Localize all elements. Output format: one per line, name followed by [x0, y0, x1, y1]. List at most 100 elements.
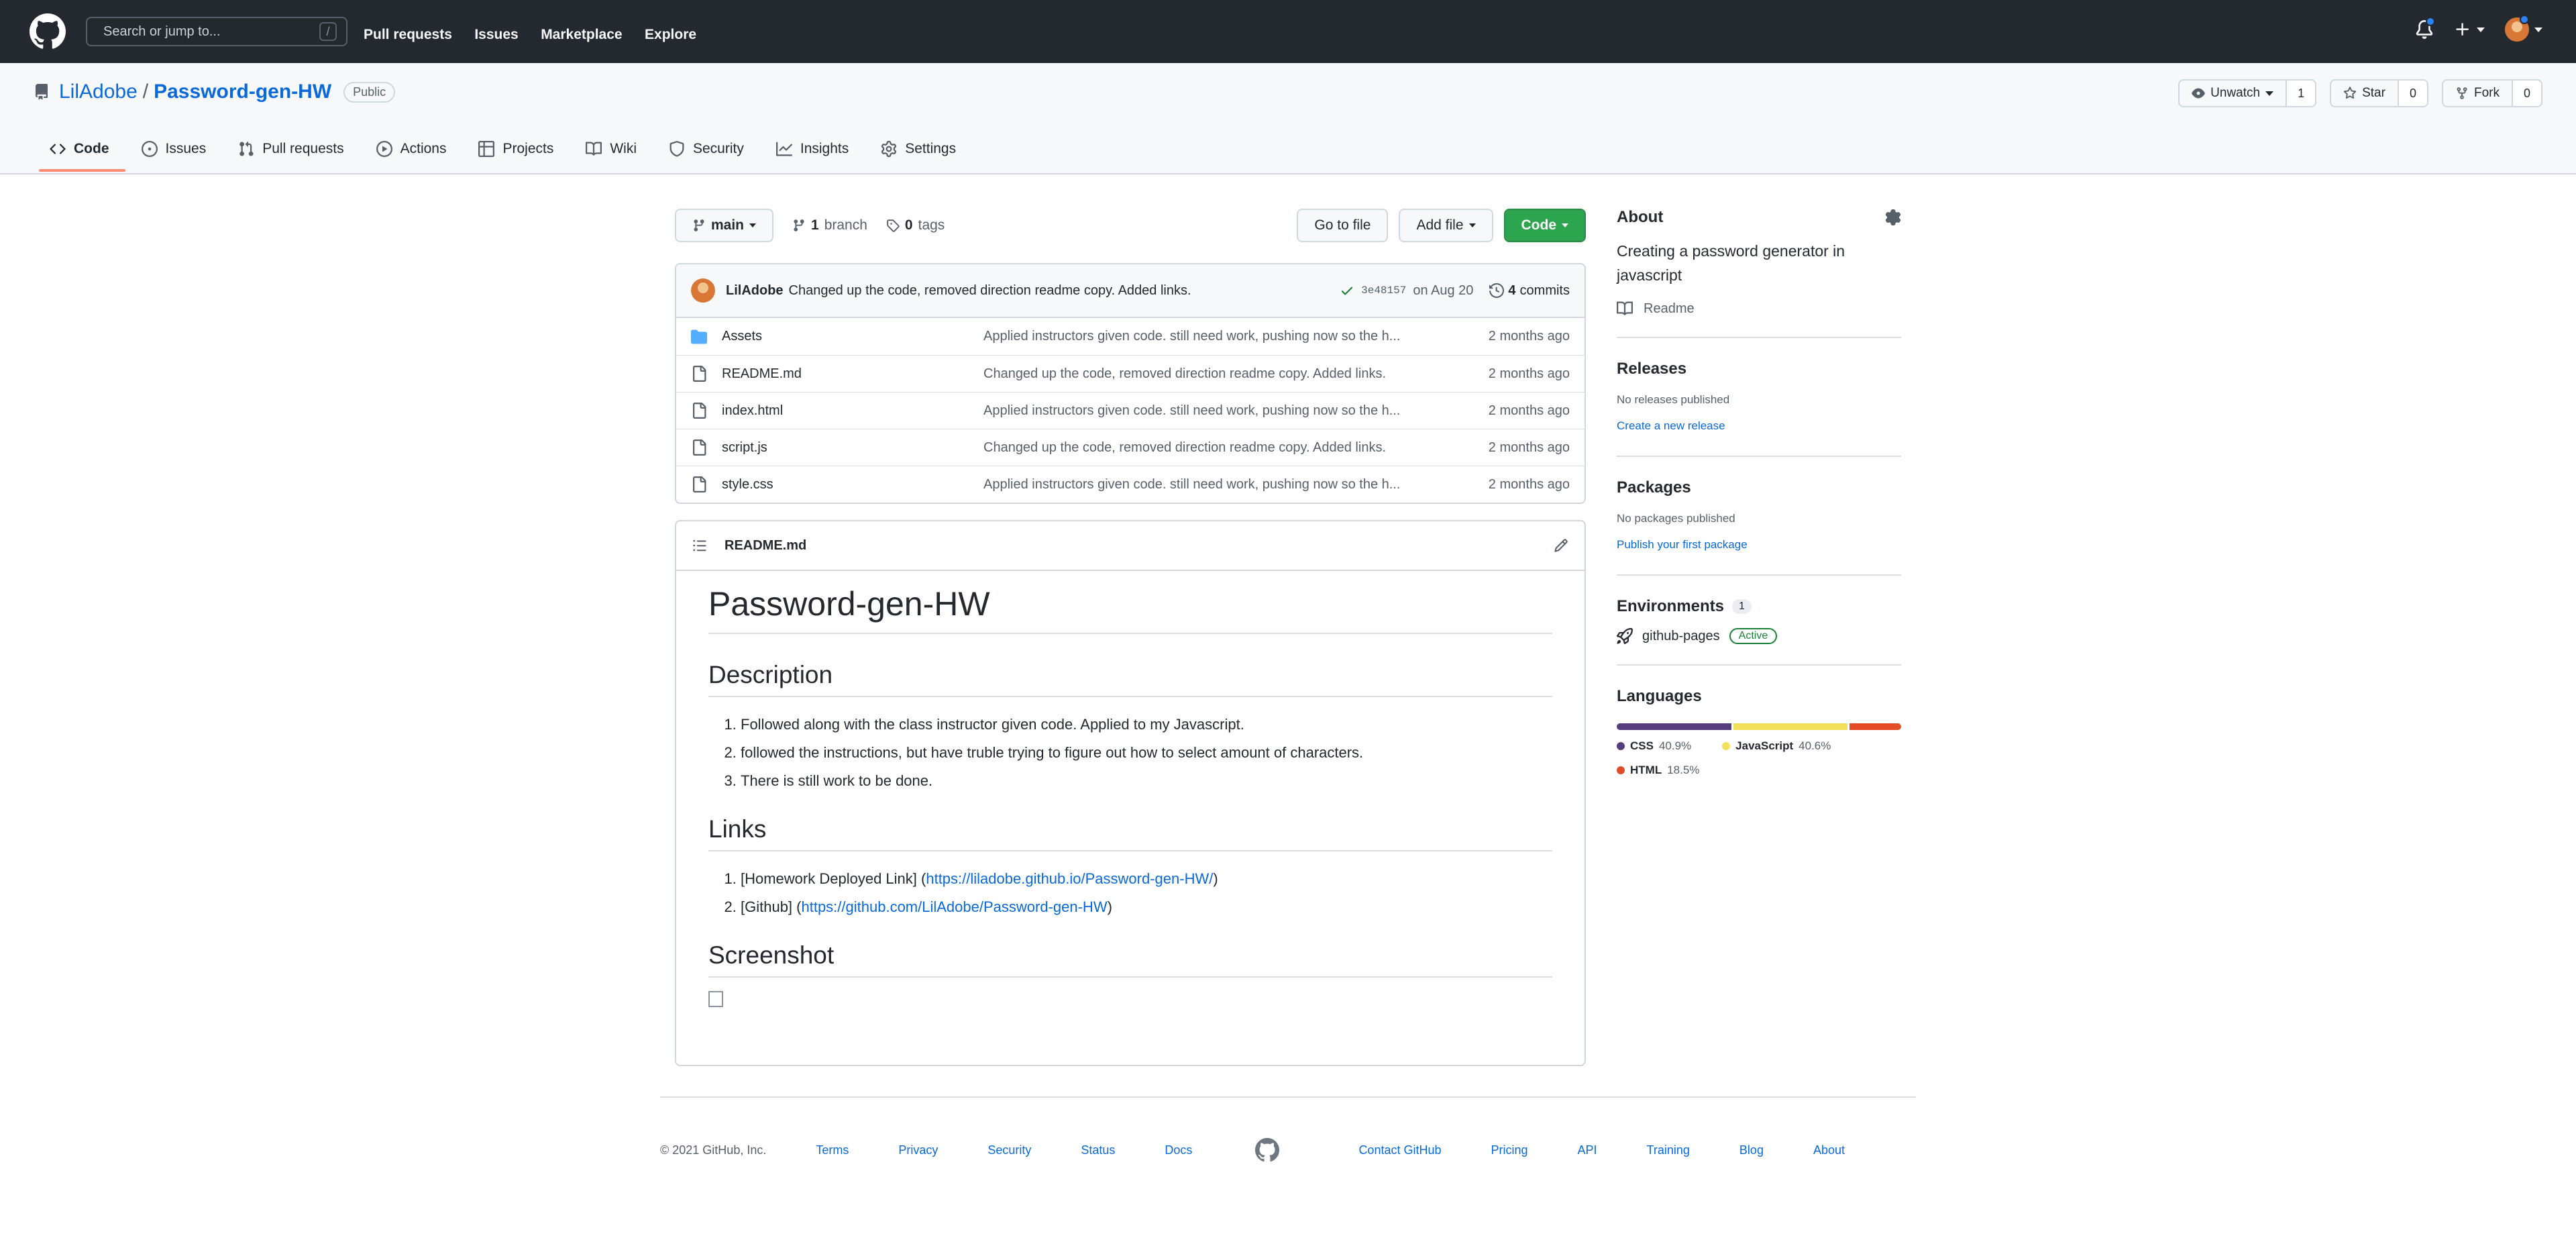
file-commit-message[interactable]: Applied instructors given code. still ne… [983, 403, 1442, 419]
language-color-dot [1617, 742, 1625, 750]
footer-link-blog[interactable]: Blog [1739, 1143, 1764, 1157]
add-file-button[interactable]: Add file [1399, 209, 1493, 242]
footer-link-about[interactable]: About [1813, 1143, 1845, 1157]
file-name[interactable]: style.css [722, 477, 983, 492]
create-release-link[interactable]: Create a new release [1617, 419, 1725, 432]
commit-sha[interactable]: 3e48157 [1361, 284, 1406, 297]
unwatch-button[interactable]: Unwatch [2180, 81, 2288, 106]
file-commit-message[interactable]: Applied instructors given code. still ne… [983, 477, 1442, 492]
tab-wiki[interactable]: Wiki [570, 133, 653, 172]
readme-link[interactable]: Readme [1617, 301, 1901, 317]
commit-message[interactable]: Changed up the code, removed direction r… [789, 283, 1340, 299]
footer-link-status[interactable]: Status [1081, 1143, 1115, 1157]
packages-heading[interactable]: Packages [1617, 478, 1901, 497]
file-name[interactable]: script.js [722, 440, 983, 456]
file-row[interactable]: Assets Applied instructors given code. s… [676, 318, 1585, 355]
notifications-button[interactable] [2415, 17, 2435, 40]
nav-explore[interactable]: Explore [645, 27, 696, 42]
environment-item[interactable]: github-pages Active [1617, 628, 1901, 644]
chevron-down-icon [1468, 223, 1476, 227]
tab-security[interactable]: Security [653, 133, 760, 172]
tab-pull-requests[interactable]: Pull requests [222, 133, 360, 172]
nav-pull-requests[interactable]: Pull requests [364, 27, 452, 42]
releases-heading[interactable]: Releases [1617, 360, 1901, 378]
file-row[interactable]: index.html Applied instructors given cod… [676, 392, 1585, 429]
github-mark-icon[interactable] [1255, 1138, 1280, 1162]
create-new-button[interactable] [2454, 21, 2485, 38]
language-percent: 40.9% [1658, 739, 1692, 752]
star-icon [2343, 87, 2357, 99]
gear-icon[interactable] [1885, 209, 1901, 225]
fork-count[interactable]: 0 [2512, 81, 2541, 106]
github-link[interactable]: https://github.com/LilAdobe/Password-gen… [801, 898, 1107, 915]
nav-marketplace[interactable]: Marketplace [541, 27, 622, 42]
tab-projects[interactable]: Projects [462, 133, 570, 172]
watch-count[interactable]: 1 [2287, 81, 2316, 106]
pencil-icon[interactable] [1554, 538, 1568, 553]
nav-issues[interactable]: Issues [474, 27, 518, 42]
file-row[interactable]: script.js Changed up the code, removed d… [676, 429, 1585, 466]
list-icon[interactable] [692, 538, 707, 553]
commit-author[interactable]: LilAdobe [726, 283, 784, 299]
broken-image-icon[interactable] [708, 991, 723, 1007]
readme-heading-screenshot: Screenshot [708, 941, 1552, 978]
file-row[interactable]: README.md Changed up the code, removed d… [676, 355, 1585, 392]
file-name[interactable]: Assets [722, 329, 983, 344]
commits-link[interactable]: 4 commits [1489, 283, 1570, 299]
star-count[interactable]: 0 [2398, 81, 2427, 106]
star-button[interactable]: Star [2331, 81, 2399, 106]
unwatch-label: Unwatch [2210, 86, 2261, 100]
go-to-file-button[interactable]: Go to file [1297, 209, 1389, 242]
avatar[interactable] [691, 278, 715, 303]
language-bar [1617, 723, 1901, 730]
file-row[interactable]: style.css Applied instructors given code… [676, 466, 1585, 503]
language-bar-segment [1733, 723, 1847, 730]
footer-link-api[interactable]: API [1578, 1143, 1597, 1157]
footer-link-training[interactable]: Training [1647, 1143, 1690, 1157]
fork-button[interactable]: Fork [2443, 81, 2513, 106]
footer-link-security[interactable]: Security [987, 1143, 1031, 1157]
fork-label: Fork [2473, 86, 2500, 100]
user-menu-button[interactable] [2505, 15, 2542, 42]
file-commit-message[interactable]: Applied instructors given code. still ne… [983, 329, 1442, 344]
language-bar-segment [1617, 723, 1731, 730]
repo-name-link[interactable]: Password-gen-HW [154, 81, 331, 103]
tab-settings[interactable]: Settings [865, 133, 972, 172]
star-label: Star [2362, 86, 2385, 100]
play-icon [376, 141, 392, 157]
tags-link[interactable]: 0 tags [886, 217, 945, 233]
language-item[interactable]: HTML 18.5% [1617, 764, 1699, 777]
status-badge: Active [1729, 628, 1778, 644]
tab-actions[interactable]: Actions [360, 133, 463, 172]
branches-link[interactable]: 1 branch [792, 217, 867, 233]
environments-heading[interactable]: Environments 1 [1617, 597, 1901, 616]
tab-insights[interactable]: Insights [760, 133, 865, 172]
footer-link-privacy[interactable]: Privacy [898, 1143, 938, 1157]
environment-name[interactable]: github-pages [1642, 629, 1720, 644]
deployed-link[interactable]: https://liladobe.github.io/Password-gen-… [926, 870, 1213, 887]
readme-filename[interactable]: README.md [724, 538, 806, 554]
footer-link-pricing[interactable]: Pricing [1491, 1143, 1528, 1157]
file-name[interactable]: index.html [722, 403, 983, 419]
search-input[interactable]: Search or jump to... / [86, 17, 347, 46]
file-name[interactable]: README.md [722, 366, 983, 382]
readme-header: README.md [676, 521, 1585, 571]
code-button[interactable]: Code [1503, 209, 1586, 242]
file-list: Assets Applied instructors given code. s… [676, 318, 1585, 503]
branch-select-button[interactable]: main [675, 209, 774, 242]
file-commit-message[interactable]: Changed up the code, removed direction r… [983, 366, 1442, 382]
publish-package-link[interactable]: Publish your first package [1617, 538, 1748, 551]
tab-issues[interactable]: Issues [125, 133, 223, 172]
list-item: [Github] (https://github.com/LilAdobe/Pa… [741, 893, 1552, 921]
footer-link-terms[interactable]: Terms [816, 1143, 849, 1157]
github-logo-icon[interactable] [30, 13, 66, 50]
footer-link-docs[interactable]: Docs [1165, 1143, 1192, 1157]
footer-link-contact[interactable]: Contact GitHub [1358, 1143, 1441, 1157]
tab-label: Code [74, 141, 109, 156]
language-item[interactable]: JavaScript 40.6% [1722, 739, 1831, 753]
file-commit-message[interactable]: Changed up the code, removed direction r… [983, 440, 1442, 456]
star-button-group: Star 0 [2330, 79, 2428, 107]
tab-code[interactable]: Code [34, 133, 125, 172]
repo-owner-link[interactable]: LilAdobe [59, 81, 138, 103]
language-item[interactable]: CSS 40.9% [1617, 739, 1691, 753]
